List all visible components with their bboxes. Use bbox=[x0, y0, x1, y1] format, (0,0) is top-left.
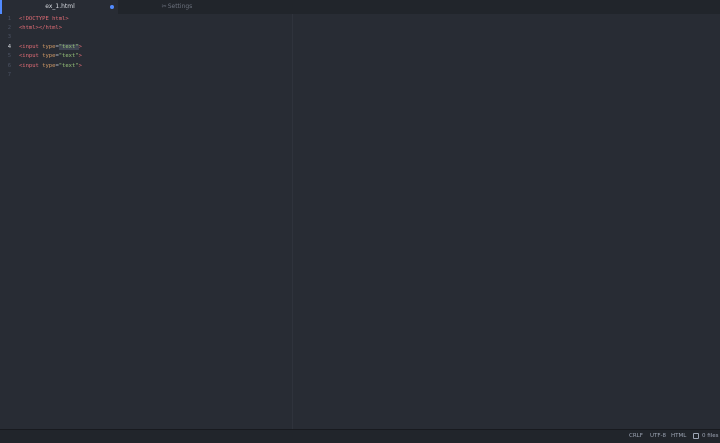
wrap-guide bbox=[292, 14, 293, 429]
line-number[interactable]: 3 bbox=[0, 33, 11, 42]
line-number[interactable]: 1 bbox=[0, 15, 11, 24]
code-line[interactable]: <input type="text"> bbox=[19, 52, 82, 61]
line-number-gutter[interactable]: 1234567 bbox=[0, 14, 14, 429]
tab-label: ex_1.html bbox=[45, 3, 75, 10]
git-files-count[interactable]: 0 files bbox=[702, 430, 719, 443]
code-token: > bbox=[78, 62, 82, 69]
files-icon[interactable] bbox=[693, 433, 699, 439]
code-line[interactable]: <!DOCTYPE html> bbox=[19, 15, 69, 24]
code-token: > bbox=[78, 43, 82, 50]
code-editor[interactable]: 1234567 <!DOCTYPE html> <html></html> <inp… bbox=[0, 14, 720, 429]
tab-ex-1-html[interactable]: ex_1.html bbox=[0, 0, 118, 14]
status-bar: CRLF UTF-8 HTML 0 files bbox=[0, 429, 720, 443]
tab-label: Settings bbox=[167, 3, 193, 10]
code-token: type bbox=[42, 62, 56, 69]
code-token: "text" bbox=[58, 62, 79, 69]
line-number[interactable]: 6 bbox=[0, 62, 11, 71]
code-line[interactable]: <input type="text"> bbox=[19, 43, 82, 52]
tab-settings[interactable]: ✂Settings bbox=[118, 0, 236, 14]
line-ending-indicator[interactable]: CRLF bbox=[629, 430, 643, 443]
code-token: type bbox=[42, 43, 56, 50]
code-token: > bbox=[78, 53, 82, 60]
tab-bar: ex_1.html ✂Settings bbox=[0, 0, 720, 14]
code-token: <!DOCTYPE html> bbox=[19, 15, 69, 22]
code-token: <input bbox=[19, 43, 39, 50]
code-token: type bbox=[42, 53, 56, 60]
code-token: <html></html> bbox=[19, 24, 63, 31]
code-token: "text" bbox=[58, 53, 79, 60]
encoding-indicator[interactable]: UTF-8 bbox=[650, 430, 666, 443]
line-number[interactable]: 2 bbox=[0, 24, 11, 33]
code-token: "text" bbox=[58, 43, 79, 50]
tools-icon: ✂ bbox=[161, 3, 167, 10]
modified-indicator-icon[interactable] bbox=[110, 5, 114, 9]
line-number[interactable]: 5 bbox=[0, 52, 11, 61]
code-line[interactable]: <html></html> bbox=[19, 24, 62, 33]
line-number[interactable]: 4 bbox=[0, 43, 11, 52]
code-token: <input bbox=[19, 53, 39, 60]
code-line[interactable]: <input type="text"> bbox=[19, 62, 82, 71]
grammar-indicator[interactable]: HTML bbox=[671, 430, 686, 443]
line-number[interactable]: 7 bbox=[0, 71, 11, 80]
code-token: <input bbox=[19, 62, 39, 69]
